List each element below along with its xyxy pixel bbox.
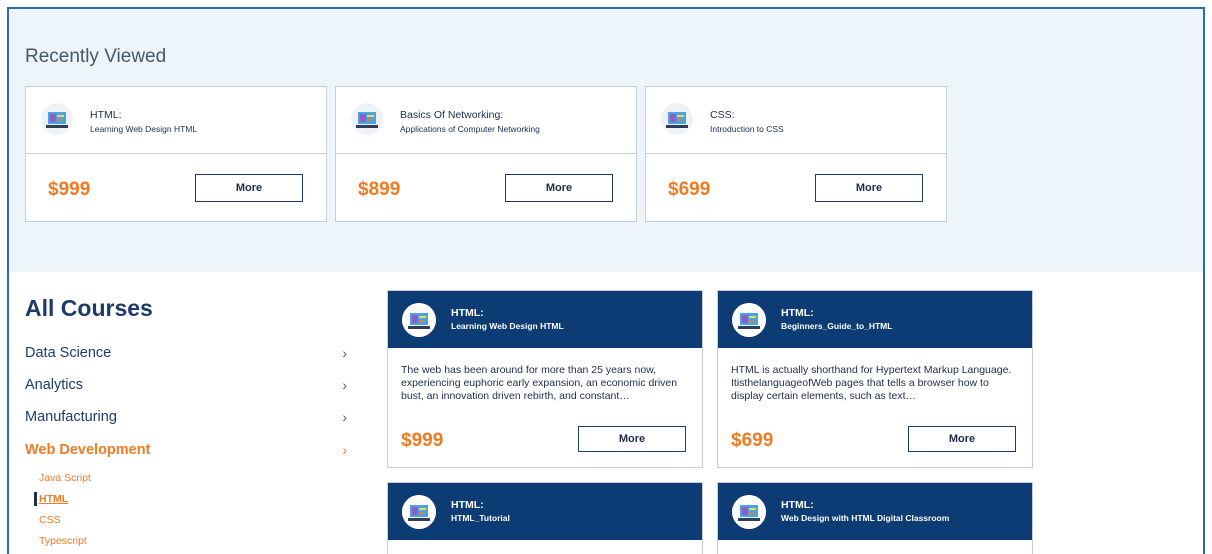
category-label: Data Science [25, 345, 112, 361]
course-title: HTML: [781, 307, 814, 319]
course-description: The web has been around for more than 25… [401, 364, 678, 402]
subcategory-html[interactable]: HTML [39, 493, 68, 505]
course-title: HTML: [451, 307, 484, 319]
subcategory-java-script[interactable]: Java Script [39, 472, 91, 484]
page-frame: Recently Viewed HTML: Learning Web Desig… [7, 7, 1205, 554]
category-web-development[interactable]: Web Development › [25, 442, 347, 466]
course-thumbnail-icon [402, 495, 436, 529]
subcategory-css[interactable]: CSS [39, 514, 61, 526]
recent-course-subtitle: Learning Web Design HTML [90, 124, 198, 134]
recent-course-price: $899 [358, 179, 401, 200]
recent-course-card[interactable]: HTML: Learning Web Design HTML $999 More [25, 86, 327, 222]
course-card-header: HTML: Beginners_Guide_to_HTML [718, 291, 1032, 348]
recent-course-price: $999 [48, 179, 91, 200]
course-card-header: HTML: Learning Web Design HTML [388, 291, 702, 348]
recent-course-header: HTML: Learning Web Design HTML [26, 87, 326, 154]
chevron-right-icon: › [342, 442, 347, 458]
recent-course-price: $699 [668, 179, 711, 200]
recent-course-subtitle: Applications of Computer Networking [400, 124, 540, 134]
category-label: Analytics [25, 377, 84, 393]
category-data-science[interactable]: Data Science › [25, 345, 347, 369]
course-price: $699 [731, 430, 774, 451]
category-manufacturing[interactable]: Manufacturing › [25, 409, 347, 433]
course-subtitle: HTML_Tutorial [451, 513, 510, 523]
recent-course-header: Basics Of Networking: Applications of Co… [336, 87, 636, 154]
recent-course-card[interactable]: CSS: Introduction to CSS $699 More [645, 86, 947, 222]
more-button[interactable]: More [195, 174, 303, 202]
course-card[interactable]: HTML: Beginners_Guide_to_HTML HTML is ac… [717, 290, 1033, 468]
course-description: HTML is actually shorthand for Hypertext… [731, 364, 1012, 402]
more-button[interactable]: More [908, 426, 1016, 452]
more-button[interactable]: More [578, 426, 686, 452]
chevron-right-icon: › [342, 345, 347, 361]
category-analytics[interactable]: Analytics › [25, 377, 347, 401]
chevron-right-icon: › [342, 409, 347, 425]
more-button[interactable]: More [815, 174, 923, 202]
more-button[interactable]: More [505, 174, 613, 202]
course-thumbnail-icon [661, 103, 693, 135]
recent-course-card[interactable]: Basics Of Networking: Applications of Co… [335, 86, 637, 222]
recent-course-title: CSS: [710, 109, 735, 121]
all-courses-title: All Courses [25, 295, 153, 321]
recent-course-subtitle: Introduction to CSS [710, 124, 784, 134]
course-price: $999 [401, 430, 444, 451]
course-card-header: HTML: HTML_Tutorial [388, 483, 702, 540]
selected-indicator [34, 492, 37, 506]
course-subtitle: Learning Web Design HTML [451, 321, 564, 331]
course-thumbnail-icon [402, 303, 436, 337]
recent-course-title: Basics Of Networking: [400, 109, 504, 121]
recent-course-header: CSS: Introduction to CSS [646, 87, 946, 154]
category-label: Manufacturing [25, 409, 117, 425]
course-card[interactable]: HTML: Web Design with HTML Digital Class… [717, 482, 1033, 554]
course-thumbnail-icon [351, 103, 383, 135]
course-title: HTML: [781, 499, 814, 511]
course-thumbnail-icon [732, 495, 766, 529]
course-title: HTML: [451, 499, 484, 511]
course-subtitle: Beginners_Guide_to_HTML [781, 321, 893, 331]
recently-viewed-title: Recently Viewed [25, 46, 167, 67]
course-subtitle: Web Design with HTML Digital Classroom [781, 513, 950, 523]
course-card[interactable]: HTML: Learning Web Design HTML The web h… [387, 290, 703, 468]
category-label: Web Development [25, 442, 151, 458]
chevron-right-icon: › [342, 377, 347, 393]
recent-course-title: HTML: [90, 109, 122, 121]
course-card-header: HTML: Web Design with HTML Digital Class… [718, 483, 1032, 540]
subcategory-typescript[interactable]: Typescript [39, 535, 87, 547]
course-thumbnail-icon [41, 103, 73, 135]
recently-viewed-section: Recently Viewed HTML: Learning Web Desig… [9, 9, 1203, 272]
course-card[interactable]: HTML: HTML_Tutorial [387, 482, 703, 554]
course-thumbnail-icon [732, 303, 766, 337]
